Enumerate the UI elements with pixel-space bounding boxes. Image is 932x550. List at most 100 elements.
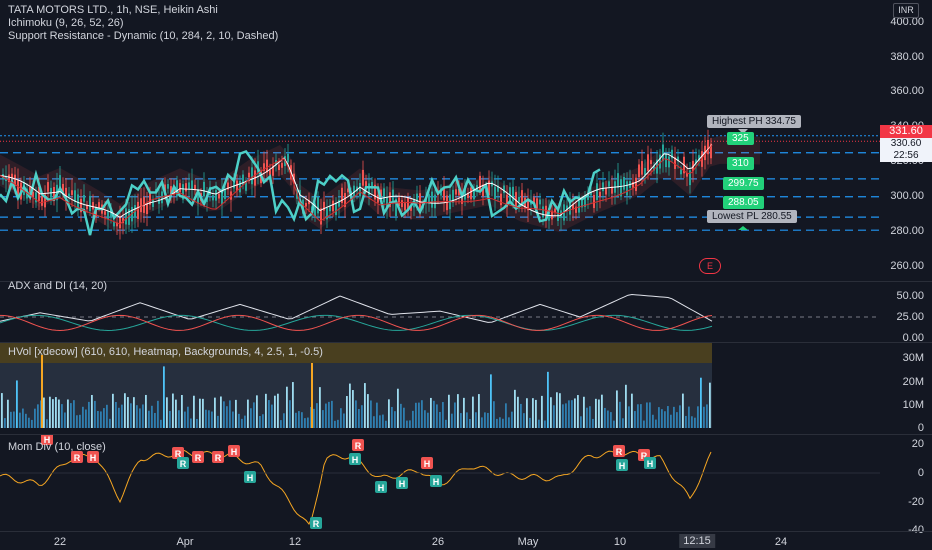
volume-bar — [532, 398, 534, 428]
candle-body — [203, 181, 205, 197]
volume-bar — [28, 417, 30, 428]
volume-bar — [241, 418, 243, 428]
volume-bar — [253, 402, 255, 428]
volume-bar — [466, 412, 468, 428]
volume-bar — [70, 403, 72, 428]
volume-bar — [316, 403, 318, 428]
volume-bar — [85, 409, 87, 428]
volume-bar — [52, 399, 54, 428]
volume-bar — [391, 406, 393, 428]
volume-bar — [394, 411, 396, 428]
volume-bar — [664, 411, 666, 428]
candle-body — [137, 201, 139, 219]
volume-bar — [100, 411, 102, 428]
volume-bar — [439, 411, 441, 428]
volume-bar — [7, 399, 9, 428]
volume-bar — [697, 406, 699, 428]
volume-bar — [628, 406, 630, 428]
divergence-marker-label: H — [352, 455, 359, 465]
volume-bar — [121, 404, 123, 428]
volume-bar — [550, 397, 552, 428]
volume-bar — [220, 396, 222, 428]
adx-legend[interactable]: ADX and DI (14, 20) — [8, 280, 107, 293]
volume-bar — [82, 406, 84, 428]
volume-bar — [637, 404, 639, 428]
volume-bar — [508, 417, 510, 428]
volume-bar — [685, 415, 687, 428]
ichimoku-legend[interactable]: Ichimoku (9, 26, 52, 26) — [8, 17, 278, 30]
volume-bar — [361, 405, 363, 428]
adx-line — [0, 293, 713, 323]
volume-bar — [16, 380, 18, 428]
volume-bar — [430, 397, 432, 428]
volume-bar — [265, 393, 267, 428]
volume-bar — [583, 396, 585, 428]
volume-bar — [355, 400, 357, 428]
adx-chart[interactable] — [0, 282, 880, 342]
candle-body — [125, 208, 127, 225]
candle-body — [365, 181, 367, 187]
volume-bar — [655, 419, 657, 428]
volume-bar — [163, 366, 165, 428]
volume-bar — [367, 394, 369, 428]
volume-bar — [211, 411, 213, 428]
volume-bar — [454, 402, 456, 428]
volume-bar — [157, 400, 159, 428]
price-tick: 380.00 — [890, 51, 924, 63]
volume-bar — [640, 404, 642, 428]
mom-pane[interactable]: HRHRRRRHHRRHHHHHRHRH — [0, 435, 880, 531]
volume-bar — [226, 406, 228, 428]
candle-body — [665, 153, 667, 168]
mom-tick: -20 — [908, 496, 924, 508]
candle-body — [473, 190, 475, 200]
volume-bar — [364, 383, 366, 428]
volume-bar — [604, 407, 606, 428]
volume-bar — [25, 413, 27, 428]
volume-bar — [67, 399, 69, 428]
candle-body — [455, 189, 457, 195]
volume-bar — [631, 393, 633, 428]
price-tick: 360.00 — [890, 85, 924, 97]
hvol-tick: 10M — [902, 399, 924, 411]
candle-body — [317, 196, 319, 214]
time-axis[interactable]: 22 Apr 12 26 May 10 12:15 24 — [0, 532, 932, 550]
candle-body — [626, 181, 628, 196]
highest-ph-label: Highest PH 334.75 — [707, 115, 801, 128]
divergence-marker-label: R — [74, 453, 81, 463]
volume-bar — [538, 419, 540, 428]
volume-bar — [370, 400, 372, 428]
hvol-axis[interactable]: 30M 20M 10M 0 — [880, 343, 932, 434]
divergence-marker-label: R — [355, 441, 362, 451]
volume-bar — [319, 387, 321, 428]
volume-bar — [490, 374, 492, 428]
volume-bar — [235, 399, 237, 428]
mom-legend[interactable]: Mom Div (10, close) — [8, 441, 106, 454]
hvol-tick: 0 — [917, 422, 924, 434]
mom-chart[interactable]: HR H RRR RHHRRHH HHHRHRH — [0, 435, 880, 531]
divergence-marker-label: H — [231, 447, 238, 457]
candle-body — [185, 183, 187, 192]
sr-legend[interactable]: Support Resistance - Dynamic (10, 284, 2… — [8, 30, 278, 43]
candle-body — [248, 172, 250, 178]
volume-bar — [412, 410, 414, 428]
mom-axis[interactable]: 20 0 -20 -40 — [880, 435, 932, 536]
time-tick: 12 — [288, 536, 302, 548]
volume-bar — [229, 400, 231, 428]
adx-axis[interactable]: 50.00 25.00 0.00 — [880, 282, 932, 344]
hvol-legend[interactable]: HVol [xdecow] (610, 610, Heatmap, Backgr… — [8, 346, 323, 359]
candle-body — [140, 198, 142, 213]
volume-bar — [88, 401, 90, 428]
time-tick: May — [517, 536, 539, 548]
adx-pane[interactable] — [0, 282, 880, 342]
symbol-title[interactable]: TATA MOTORS LTD., 1h, NSE, Heikin Ashi — [8, 4, 278, 17]
candle-body — [47, 182, 49, 192]
volume-bar — [397, 388, 399, 428]
volume-bar — [295, 412, 297, 428]
volume-bar — [304, 418, 306, 428]
earnings-event-icon[interactable]: E — [699, 258, 721, 274]
currency-badge[interactable]: INR — [893, 3, 919, 18]
volume-bar — [706, 404, 708, 428]
volume-bar — [406, 420, 408, 428]
candle-body — [92, 202, 94, 210]
volume-bar — [493, 401, 495, 428]
